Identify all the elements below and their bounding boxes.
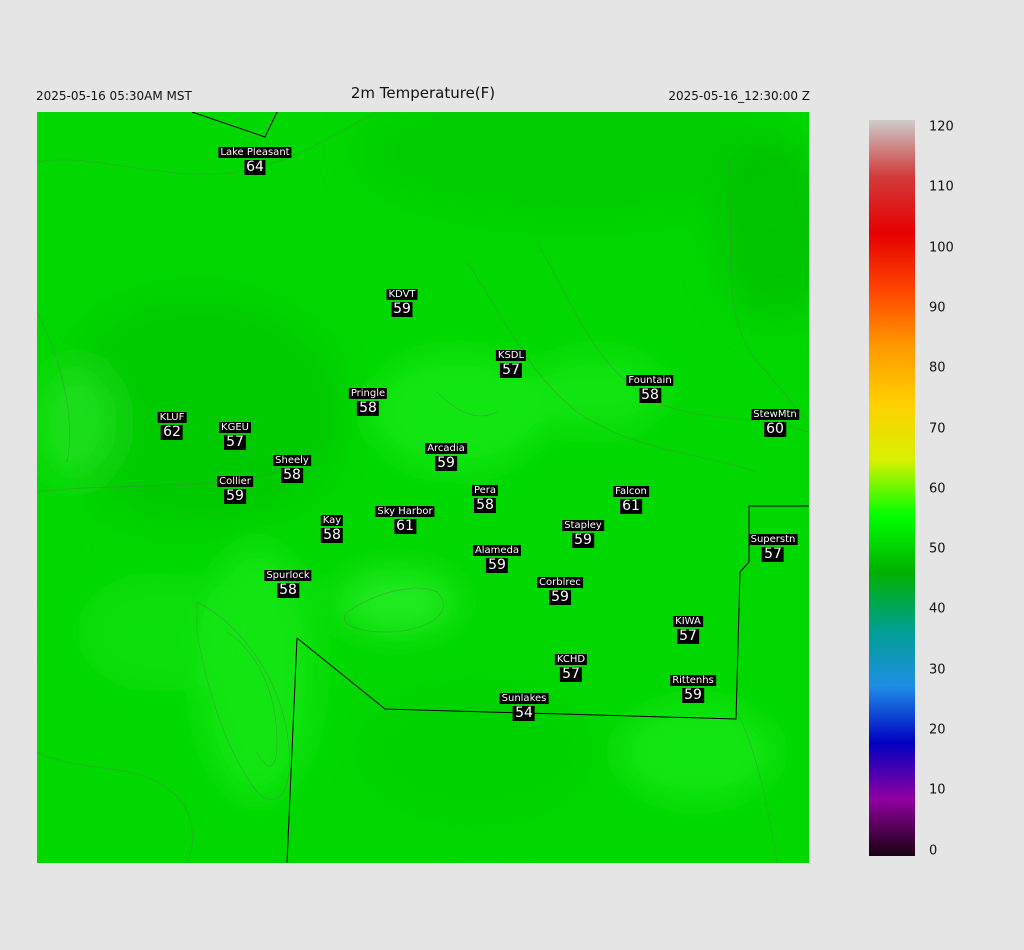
station-name: Kay <box>320 515 344 526</box>
station-temperature: 57 <box>224 434 246 450</box>
station-name: Pringle <box>348 388 388 399</box>
station-marker: KIWA 57 <box>673 609 703 644</box>
station-marker: StewMtn 60 <box>751 402 799 437</box>
station-marker: Sky Harbor 61 <box>375 499 435 534</box>
station-name: Pera <box>471 485 499 496</box>
station-name: KGEU <box>219 422 251 433</box>
station-marker: Collier 59 <box>217 469 253 504</box>
station-marker: Lake Pleasant 64 <box>218 140 292 175</box>
station-marker: Rittenhs 59 <box>670 668 716 703</box>
station-name: Sheely <box>273 455 311 466</box>
station-temperature: 58 <box>321 527 343 543</box>
station-temperature: 57 <box>762 546 784 562</box>
station-name: KIWA <box>673 616 703 627</box>
station-marker: Superstn 57 <box>748 527 798 562</box>
station-marker: Kay 58 <box>320 508 344 543</box>
color-scale-tick-label: 110 <box>929 179 954 195</box>
station-temperature: 58 <box>277 582 299 598</box>
station-temperature: 59 <box>391 301 413 317</box>
station-marker: Alameda 59 <box>472 538 522 573</box>
station-marker: Pera 58 <box>471 478 499 513</box>
temperature-shading <box>37 112 809 822</box>
station-name: Falcon <box>613 486 649 497</box>
station-temperature: 59 <box>682 687 704 703</box>
station-name: Sunlakes <box>499 693 549 704</box>
station-name: Rittenhs <box>670 675 716 686</box>
color-scale-bar <box>869 120 915 856</box>
station-temperature: 54 <box>513 705 535 721</box>
station-temperature: 58 <box>281 467 303 483</box>
station-name: Collier <box>217 476 253 487</box>
map-overlay <box>37 112 809 863</box>
color-scale-tick-label: 70 <box>929 421 946 436</box>
color-scale-tick-label: 120 <box>929 119 954 135</box>
station-temperature: 58 <box>639 387 661 403</box>
station-temperature: 60 <box>764 421 786 437</box>
valid-time-utc: 2025-05-16_12:30:00 Z <box>668 89 810 103</box>
station-temperature: 57 <box>500 362 522 378</box>
station-marker: Fountain 58 <box>626 368 674 403</box>
station-name: StewMtn <box>751 409 799 420</box>
station-temperature: 62 <box>161 424 183 440</box>
station-marker: KCHD 57 <box>554 647 588 682</box>
station-name: Corblrec <box>537 577 583 588</box>
station-name: KLUF <box>157 412 187 423</box>
station-marker: Pringle 58 <box>348 381 388 416</box>
station-temperature: 59 <box>572 532 594 548</box>
station-marker: Sheely 58 <box>273 448 311 483</box>
station-marker: KSDL 57 <box>495 343 527 378</box>
station-name: Alameda <box>472 545 522 556</box>
station-temperature: 59 <box>224 488 246 504</box>
station-temperature: 61 <box>620 498 642 514</box>
station-marker: KDVT 59 <box>386 282 418 317</box>
color-scale-tick-label: 100 <box>929 240 954 256</box>
color-scale-tick-label: 10 <box>929 782 946 798</box>
station-marker: KLUF 62 <box>157 405 187 440</box>
station-name: KSDL <box>495 350 527 361</box>
color-scale-tick-label: 80 <box>929 360 946 376</box>
station-temperature: 58 <box>474 497 496 513</box>
station-marker: Sunlakes 54 <box>499 686 549 721</box>
color-scale-tick-label: 20 <box>929 722 946 738</box>
station-marker: Falcon 61 <box>613 479 649 514</box>
temperature-map: Lake Pleasant 64 KDVT 59 KSDL 57 Fountain 58 Ste… <box>37 112 809 863</box>
station-name: Superstn <box>748 534 798 545</box>
station-temperature: 61 <box>394 518 416 534</box>
color-scale-tick-label: 90 <box>929 300 946 316</box>
station-name: Stapley <box>562 520 604 531</box>
color-scale-tick-label: 0 <box>929 843 938 859</box>
station-name: KCHD <box>554 654 588 665</box>
station-temperature: 59 <box>486 557 508 573</box>
station-name: Sky Harbor <box>375 506 435 517</box>
station-temperature: 64 <box>244 159 266 175</box>
color-scale-tick-label: 30 <box>929 662 946 678</box>
station-name: Lake Pleasant <box>218 147 292 158</box>
station-name: Fountain <box>626 375 674 386</box>
station-temperature: 59 <box>435 455 457 471</box>
station-name: KDVT <box>386 289 418 300</box>
station-temperature: 58 <box>357 400 379 416</box>
color-scale-tick-label: 40 <box>929 601 946 617</box>
color-scale-tick-label: 50 <box>929 541 946 557</box>
station-marker: KGEU 57 <box>219 415 251 450</box>
station-name: Spurlock <box>264 570 312 581</box>
station-temperature: 59 <box>549 589 571 605</box>
color-scale-tick-label: 60 <box>929 481 946 497</box>
station-temperature: 57 <box>677 628 699 644</box>
station-temperature: 57 <box>560 666 582 682</box>
station-marker: Arcadia 59 <box>425 436 467 471</box>
station-marker: Corblrec 59 <box>537 570 583 605</box>
station-marker: Stapley 59 <box>562 513 604 548</box>
station-marker: Spurlock 58 <box>264 563 312 598</box>
station-name: Arcadia <box>425 443 467 454</box>
